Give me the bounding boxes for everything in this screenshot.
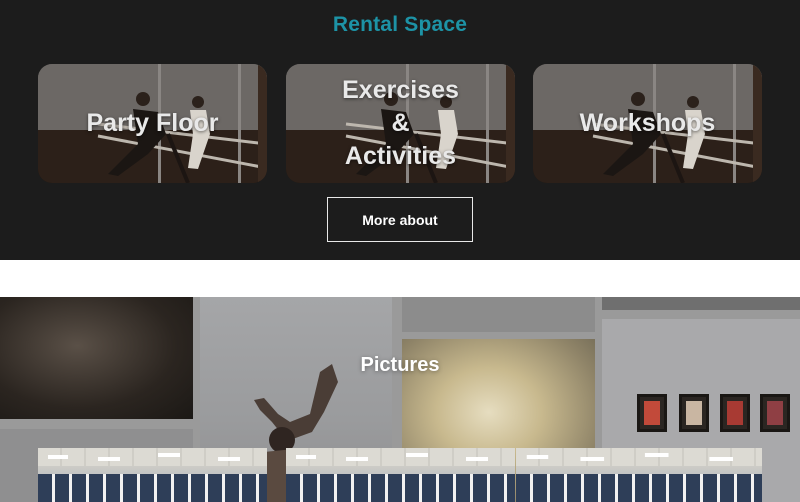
pictures-title: Pictures	[360, 354, 440, 376]
rental-space-section: Rental Space Party Floor Exercises & Act…	[0, 0, 800, 260]
rental-card-label: Exercises & Activities	[286, 64, 515, 183]
ceiling-lights-icon	[526, 453, 733, 461]
more-about-button[interactable]: More about	[327, 197, 473, 242]
card-title-line: &	[391, 109, 410, 137]
card-title-line: Activities	[344, 142, 457, 170]
wall-frame	[760, 394, 790, 432]
card-title-line: Workshops	[579, 109, 716, 137]
gallery-photo-top-right[interactable]	[602, 297, 800, 310]
wall-frame	[637, 394, 667, 432]
gallery-photo-top[interactable]	[402, 297, 595, 332]
wall-frame	[679, 394, 709, 432]
pictures-section: Pictures	[0, 297, 800, 502]
gallery-card-studio-2[interactable]	[286, 448, 515, 502]
ceiling-lights-icon	[48, 453, 240, 461]
rental-card-label: Workshops	[533, 64, 762, 183]
rental-card-label: Party Floor	[38, 64, 267, 183]
wall-frame	[720, 394, 750, 432]
card-title-line: Party Floor	[86, 109, 219, 137]
rental-card-party-floor[interactable]: Party Floor	[38, 64, 267, 183]
rental-card-exercises-activities[interactable]: Exercises & Activities	[286, 64, 515, 183]
rental-space-title: Rental Space	[332, 13, 468, 36]
gallery-card-studio-1[interactable]	[38, 448, 267, 502]
rental-card-workshops[interactable]: Workshops	[533, 64, 762, 183]
gallery-card-studio-3[interactable]	[516, 448, 762, 502]
ceiling-lights-icon	[296, 453, 488, 461]
card-title-line: Exercises	[342, 76, 459, 104]
